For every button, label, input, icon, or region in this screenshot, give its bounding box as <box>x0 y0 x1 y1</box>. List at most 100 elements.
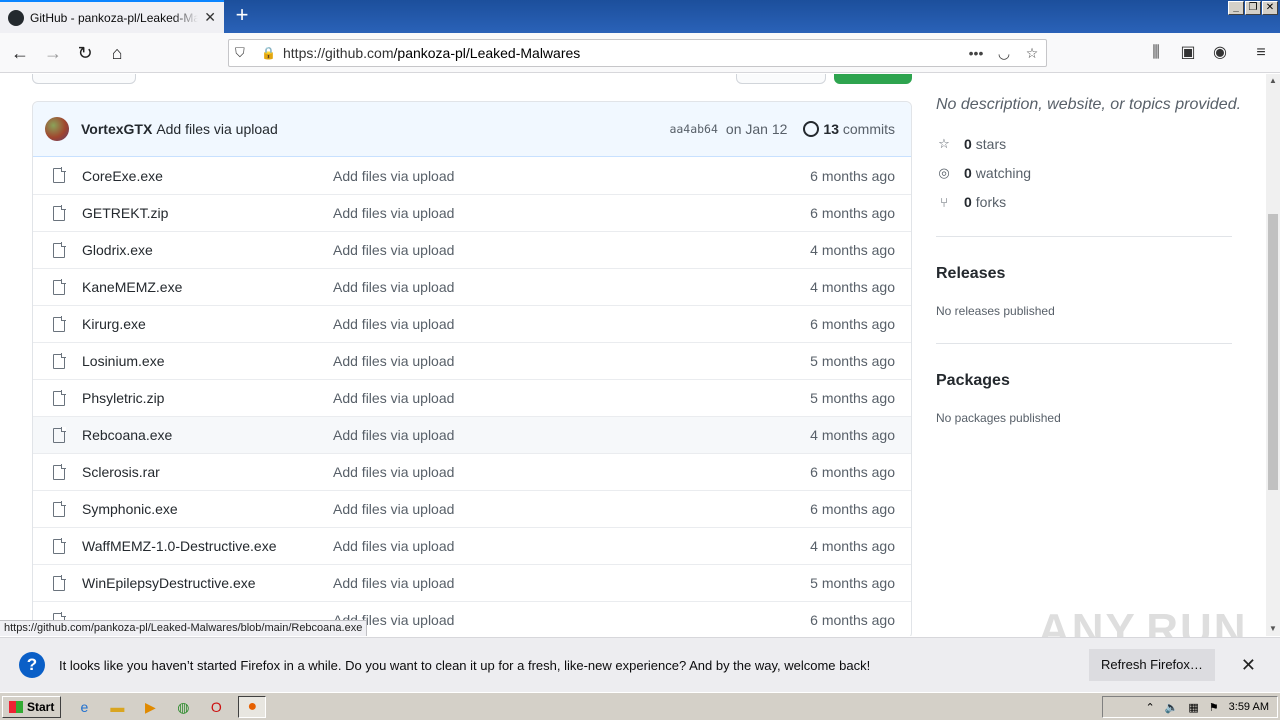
history-icon <box>803 121 820 137</box>
file-name[interactable]: Glodrix.exe <box>82 242 333 258</box>
stars-link[interactable]: ☆ 0 stars <box>936 136 1006 152</box>
file-name[interactable]: Rebcoana.exe <box>82 427 333 443</box>
file-row[interactable]: KaneMEMZ.exe Add files via upload 4 months… <box>33 268 911 305</box>
forks-link[interactable]: ⑂ 0 forks <box>936 194 1006 210</box>
file-age: 4 months ago <box>810 242 895 258</box>
volume-icon[interactable]: 🔈 <box>1165 701 1179 714</box>
scroll-down-icon[interactable]: ▼ <box>1266 622 1280 636</box>
file-age: 6 months ago <box>810 612 895 628</box>
watching-count: 0 <box>964 165 972 181</box>
file-name[interactable]: Losinium.exe <box>82 353 333 369</box>
file-row[interactable]: Kirurg.exe Add files via upload 6 months a… <box>33 305 911 342</box>
url-text[interactable]: https://github.com/pankoza-pl/Leaked-Mal… <box>283 45 962 61</box>
close-icon[interactable]: ✕ <box>1241 655 1256 676</box>
avatar[interactable] <box>45 117 69 141</box>
branch-button[interactable] <box>32 74 136 84</box>
file-commit-message[interactable]: Add files via upload <box>333 501 810 517</box>
network-icon[interactable]: ▦ <box>1188 701 1198 714</box>
forward-button[interactable]: → <box>41 41 65 65</box>
tray-expand-icon[interactable]: ⌃ <box>1145 701 1154 714</box>
new-tab-button[interactable]: + <box>230 4 254 28</box>
close-tab-icon[interactable]: ✕ <box>204 9 216 26</box>
file-row[interactable]: Phsyletric.zip Add files via upload 5 mont… <box>33 379 911 416</box>
file-commit-message[interactable]: Add files via upload <box>333 390 810 406</box>
commits-link[interactable]: 13 commits <box>823 121 895 137</box>
file-commit-message[interactable]: Add files via upload <box>333 464 810 480</box>
file-commit-message[interactable]: Add files via upload <box>333 575 810 591</box>
opera-icon[interactable]: O <box>206 697 226 717</box>
file-commit-message[interactable]: Add files via upload <box>333 205 810 221</box>
page-actions-icon[interactable]: ••• <box>962 45 990 61</box>
firefox-task-button[interactable]: ● <box>238 695 267 718</box>
ie-icon[interactable]: e <box>74 697 94 717</box>
file-row[interactable]: WinEpilepsyDestructive.exe Add files via … <box>33 564 911 601</box>
scroll-thumb[interactable] <box>1268 214 1278 490</box>
file-name[interactable]: WinEpilepsyDestructive.exe <box>82 575 333 591</box>
file-commit-message[interactable]: Add files via upload <box>333 168 810 184</box>
file-commit-message[interactable]: Add files via upload <box>333 612 810 628</box>
sidebar-icon[interactable]: ▣ <box>1176 41 1200 65</box>
file-age: 4 months ago <box>810 279 895 295</box>
file-commit-message[interactable]: Add files via upload <box>333 538 810 554</box>
chrome-icon[interactable]: ◍ <box>173 697 193 717</box>
file-commit-message[interactable]: Add files via upload <box>333 353 810 369</box>
scroll-up-icon[interactable]: ▲ <box>1266 74 1280 88</box>
window-controls: _ ❐ ✕ <box>1228 1 1278 15</box>
file-name[interactable]: CoreExe.exe <box>82 168 333 184</box>
commit-author[interactable]: VortexGTX <box>81 121 152 137</box>
file-name[interactable]: Phsyletric.zip <box>82 390 333 406</box>
file-row[interactable]: GETREKT.zip Add files via upload 6 months … <box>33 194 911 231</box>
flag-icon[interactable]: ⚑ <box>1209 701 1219 714</box>
pocket-icon[interactable]: ◡ <box>990 45 1018 62</box>
page-scrollbar[interactable]: ▲ ▼ <box>1266 74 1280 636</box>
file-row[interactable]: Sclerosis.rar Add files via upload 6 month… <box>33 453 911 490</box>
file-commit-message[interactable]: Add files via upload <box>333 242 810 258</box>
browser-tab[interactable]: GitHub - pankoza-pl/Leaked-Malwares ✕ <box>0 0 224 33</box>
file-name[interactable]: Kirurg.exe <box>82 316 333 332</box>
file-icon <box>53 426 66 443</box>
back-button[interactable]: ← <box>8 41 32 65</box>
file-name[interactable]: GETREKT.zip <box>82 205 333 221</box>
file-row[interactable]: WaffMEMZ-1.0-Destructive.exe Add files vi… <box>33 527 911 564</box>
file-name[interactable]: Sclerosis.rar <box>82 464 333 480</box>
file-age: 6 months ago <box>810 316 895 332</box>
minimize-button[interactable]: _ <box>1228 1 1244 15</box>
releases-heading[interactable]: Releases <box>936 265 1005 283</box>
reload-button[interactable]: ↻ <box>73 41 97 65</box>
code-button[interactable] <box>834 74 912 84</box>
restore-button[interactable]: ❐ <box>1245 1 1261 15</box>
file-row[interactable]: Losinium.exe Add files via upload 5 months… <box>33 342 911 379</box>
file-row[interactable]: Symphonic.exe Add files via upload 6 month… <box>33 490 911 527</box>
home-button[interactable]: ⌂ <box>105 41 129 65</box>
commit-sha[interactable]: aa4ab64 <box>669 122 717 136</box>
bookmark-star-icon[interactable]: ☆ <box>1018 45 1046 62</box>
packages-heading[interactable]: Packages <box>936 372 1010 390</box>
url-bar[interactable]: ⛉ 🔒 https://github.com/pankoza-pl/Leaked… <box>228 39 1047 67</box>
file-row[interactable]: Glodrix.exe Add files via upload 4 months … <box>33 231 911 268</box>
file-name[interactable]: WaffMEMZ-1.0-Destructive.exe <box>82 538 333 554</box>
refresh-firefox-button[interactable]: Refresh Firefox… <box>1089 649 1215 681</box>
file-icon <box>53 241 66 258</box>
file-row[interactable]: Rebcoana.exe Add files via upload 4 months… <box>33 416 911 453</box>
file-name[interactable]: Symphonic.exe <box>82 501 333 517</box>
start-button[interactable]: Start <box>2 695 62 718</box>
file-commit-message[interactable]: Add files via upload <box>333 279 810 295</box>
lock-icon[interactable]: 🔒 <box>261 46 276 60</box>
close-window-button[interactable]: ✕ <box>1262 1 1278 15</box>
clock[interactable]: 3:59 AM <box>1229 701 1269 713</box>
file-age: 4 months ago <box>810 538 895 554</box>
commit-message[interactable]: Add files via upload <box>156 121 669 137</box>
file-commit-message[interactable]: Add files via upload <box>333 316 810 332</box>
folder-icon[interactable]: ▬ <box>107 697 127 717</box>
file-row[interactable]: CoreExe.exe Add files via upload 6 months … <box>33 157 911 194</box>
windows-flag-icon <box>9 700 23 713</box>
account-icon[interactable]: ◉ <box>1208 41 1232 65</box>
go-to-file-button[interactable] <box>736 74 826 84</box>
media-player-icon[interactable]: ▶ <box>140 697 160 717</box>
menu-icon[interactable]: ≡ <box>1249 41 1273 65</box>
file-commit-message[interactable]: Add files via upload <box>333 427 810 443</box>
library-icon[interactable]: ⫼ <box>1144 41 1168 65</box>
watching-link[interactable]: ◎ 0 watching <box>936 165 1031 181</box>
file-name[interactable]: KaneMEMZ.exe <box>82 279 333 295</box>
shield-icon[interactable]: ⛉ <box>235 45 251 61</box>
